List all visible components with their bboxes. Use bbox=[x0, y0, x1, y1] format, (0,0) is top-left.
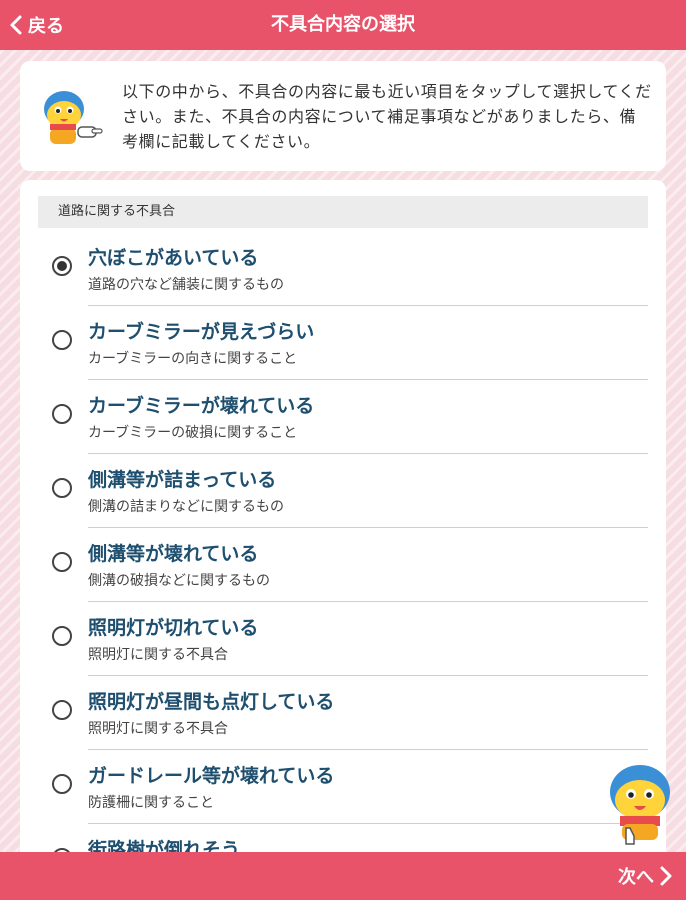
option-subtitle: 照明灯に関する不具合 bbox=[88, 647, 228, 663]
next-button[interactable]: 次へ bbox=[618, 852, 676, 900]
option-title: カーブミラーが壊れている bbox=[88, 395, 315, 417]
radio-button[interactable] bbox=[52, 404, 72, 424]
option-subtitle: 道路の穴など舗装に関するもの bbox=[88, 277, 284, 293]
option-subtitle: 防護柵に関すること bbox=[88, 795, 214, 811]
option-list-card: 道路に関する不具合 穴ぼこがあいている 道路の穴など舗装に関するもの カーブミラ… bbox=[20, 180, 666, 870]
footer-bar: 次へ bbox=[0, 852, 686, 900]
option-item[interactable]: 側溝等が壊れている 側溝の破損などに関するもの bbox=[38, 528, 648, 602]
next-label: 次へ bbox=[618, 867, 654, 888]
option-item[interactable]: カーブミラーが壊れている カーブミラーの破損に関すること bbox=[38, 380, 648, 454]
radio-button[interactable] bbox=[52, 330, 72, 350]
option-item[interactable]: 照明灯が昼間も点灯している 照明灯に関する不具合 bbox=[38, 676, 648, 750]
option-title: カーブミラーが見えづらい bbox=[88, 321, 315, 343]
option-item[interactable]: 穴ぼこがあいている 道路の穴など舗装に関するもの bbox=[38, 232, 648, 306]
option-item[interactable]: 照明灯が切れている 照明灯に関する不具合 bbox=[38, 602, 648, 676]
mascot-pointing-icon bbox=[44, 91, 103, 144]
section-header: 道路に関する不具合 bbox=[38, 196, 648, 228]
intro-card: 以下の中から、不具合の内容に最も近い項目をタップして選択してください。また、不具… bbox=[20, 61, 666, 171]
header-bar: 戻る 不具合内容の選択 bbox=[0, 0, 686, 50]
option-subtitle: 側溝の破損などに関するもの bbox=[88, 573, 270, 589]
option-title: 側溝等が壊れている bbox=[88, 543, 259, 565]
option-title: 照明灯が昼間も点灯している bbox=[88, 691, 335, 713]
radio-button[interactable] bbox=[52, 774, 72, 794]
radio-button[interactable] bbox=[52, 478, 72, 498]
intro-text: 以下の中から、不具合の内容に最も近い項目をタップして選択してください。また、不具… bbox=[122, 82, 652, 151]
option-item[interactable]: 側溝等が詰まっている 側溝の詰まりなどに関するもの bbox=[38, 454, 648, 528]
chevron-right-icon bbox=[660, 866, 672, 886]
radio-button[interactable] bbox=[52, 626, 72, 646]
option-subtitle: カーブミラーの向きに関すること bbox=[88, 351, 298, 367]
radio-button[interactable] bbox=[52, 256, 72, 276]
option-title: 穴ぼこがあいている bbox=[88, 247, 259, 269]
option-item[interactable]: ガードレール等が壊れている 防護柵に関すること bbox=[38, 750, 648, 824]
option-item[interactable]: カーブミラーが見えづらい カーブミラーの向きに関すること bbox=[38, 306, 648, 380]
radio-button[interactable] bbox=[52, 552, 72, 572]
option-title: 照明灯が切れている bbox=[88, 617, 259, 639]
option-title: ガードレール等が壊れている bbox=[88, 765, 335, 787]
option-subtitle: 照明灯に関する不具合 bbox=[88, 721, 228, 737]
option-subtitle: カーブミラーの破損に関すること bbox=[88, 425, 298, 441]
option-title: 側溝等が詰まっている bbox=[88, 469, 277, 491]
radio-button[interactable] bbox=[52, 700, 72, 720]
page-title: 不具合内容の選択 bbox=[271, 14, 415, 35]
mascot-helper-icon[interactable] bbox=[604, 760, 680, 850]
option-subtitle: 側溝の詰まりなどに関するもの bbox=[88, 499, 284, 515]
